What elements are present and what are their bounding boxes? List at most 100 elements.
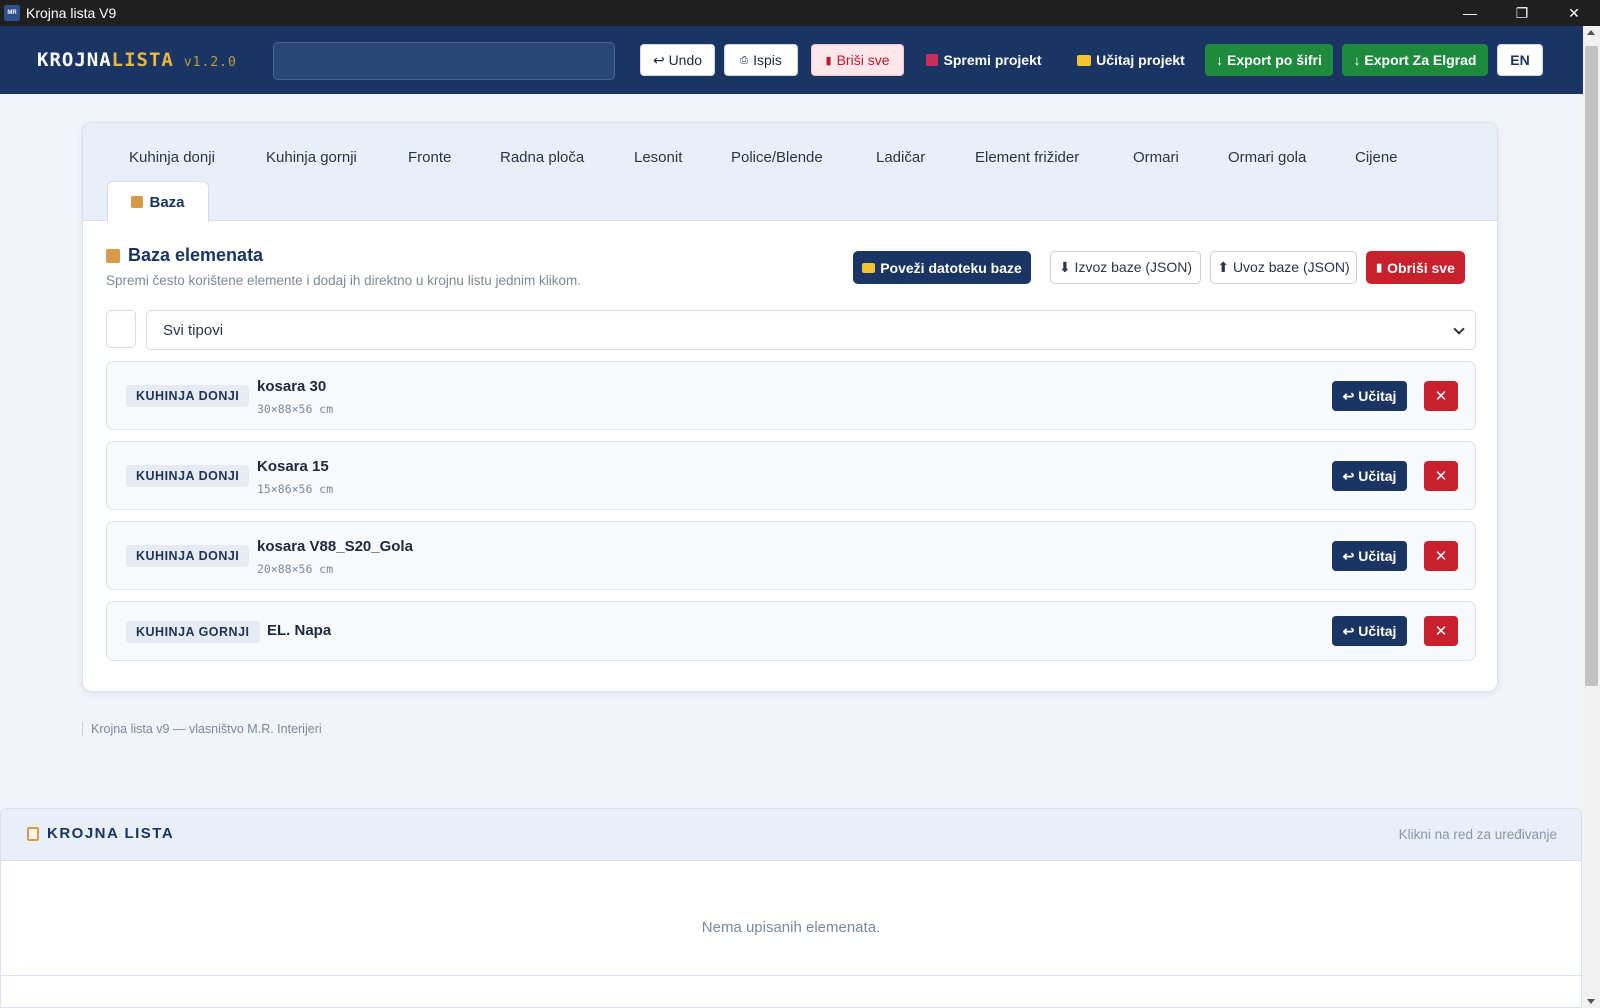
tab-ormari[interactable]: Ormari [1133, 149, 1179, 166]
list-item: KUHINJA DONJI kosara V88_S20_Gola 20×88×… [106, 521, 1476, 590]
delete-all-db-button[interactable]: ▮ Obriši sve [1366, 251, 1465, 284]
divider [1, 975, 1581, 976]
tab-baza-label: Baza [149, 193, 185, 211]
load-item-label: Učitaj [1358, 623, 1397, 639]
load-project-button[interactable]: Učitaj projekt [1074, 44, 1188, 76]
box-icon [131, 196, 144, 208]
list-item: KUHINJA GORNJI EL. Napa ↩ Učitaj ✕ [106, 601, 1476, 661]
print-label: Ispis [753, 52, 782, 68]
close-icon: ✕ [1434, 468, 1448, 485]
restore-icon[interactable]: ❐ [1496, 0, 1548, 26]
export-elgrad-button[interactable]: ↓ Export Za Elgrad [1342, 44, 1488, 76]
tab-ormari-gola[interactable]: Ormari gola [1228, 149, 1306, 166]
logo-accent: LISTA [111, 49, 174, 71]
scroll-up-icon[interactable] [1587, 30, 1595, 35]
floppy-icon [926, 54, 939, 66]
tab-element-frizider[interactable]: Element frižider [975, 149, 1079, 166]
scroll-down-icon[interactable] [1587, 999, 1595, 1004]
tab-cijene[interactable]: Cijene [1355, 149, 1398, 166]
item-dimensions: 20×88×56 cm [257, 562, 334, 576]
vertical-scrollbar[interactable] [1583, 26, 1600, 1008]
export-json-label: ⬇ Izvoz baze (JSON) [1058, 259, 1193, 275]
type-filter-value: Svi tipovi [163, 321, 224, 339]
link-database-button[interactable]: Poveži datoteku baze [853, 251, 1031, 284]
tab-radna-ploca[interactable]: Radna ploča [500, 149, 584, 166]
folder-icon [1077, 54, 1092, 66]
tab-baza[interactable]: Baza [107, 181, 209, 222]
delete-all-button[interactable]: ▮ Briši sve [811, 44, 904, 76]
export-code-button[interactable]: ↓ Export po šifri [1205, 44, 1333, 76]
close-icon: ✕ [1434, 623, 1448, 640]
folder-icon [862, 262, 876, 273]
list-item: KUHINJA DONJI Kosara 15 15×86×56 cm ↩ Uč… [106, 441, 1476, 510]
window-titlebar: MR Krojna lista V9 — ❐ ✕ [0, 0, 1600, 26]
tab-fronte[interactable]: Fronte [408, 149, 451, 166]
app-icon: MR [4, 5, 20, 21]
krojna-lista-header: KROJNA LISTA Klikni na red za uređivanje [1, 809, 1581, 861]
app-header: KROJNALISTA v1.2.0 ↩ Undo ⎙ Ispis ▮ Briši… [0, 26, 1583, 94]
krojna-lista-title-text: KROJNA LISTA [47, 825, 175, 842]
import-json-button[interactable]: ⬆ Uvoz baze (JSON) [1210, 251, 1357, 284]
delete-item-button[interactable]: ✕ [1424, 616, 1458, 646]
tab-kuhinja-gornji[interactable]: Kuhinja gornji [266, 149, 357, 166]
load-item-label: Učitaj [1358, 388, 1397, 404]
type-badge: KUHINJA DONJI [126, 545, 250, 567]
tab-kuhinja-donji[interactable]: Kuhinja donji [129, 149, 215, 166]
type-badge: KUHINJA DONJI [126, 385, 250, 407]
close-icon: ✕ [1434, 388, 1448, 405]
section-title-text: Baza elemenata [128, 245, 264, 265]
krojna-lista-title: KROJNA LISTA [27, 825, 174, 842]
item-dimensions: 30×88×56 cm [257, 402, 334, 416]
krojna-lista-panel: KROJNA LISTA Klikni na red za uređivanje… [0, 808, 1582, 1008]
load-item-button[interactable]: ↩ Učitaj [1332, 541, 1407, 571]
window-title: Krojna lista V9 [26, 5, 117, 21]
load-item-button[interactable]: ↩ Učitaj [1332, 616, 1407, 646]
filter-search-input[interactable] [106, 310, 136, 348]
load-item-button[interactable]: ↩ Učitaj [1332, 461, 1407, 491]
tab-lesonit[interactable]: Lesonit [634, 149, 682, 166]
export-json-button[interactable]: ⬇ Izvoz baze (JSON) [1050, 251, 1201, 284]
empty-state-text: Nema upisanih elemenata. [701, 919, 881, 936]
load-item-button[interactable]: ↩ Učitaj [1332, 381, 1407, 411]
delete-all-db-label: Obriši sve [1387, 259, 1455, 276]
load-item-label: Učitaj [1358, 468, 1397, 484]
close-icon: ✕ [1434, 548, 1448, 565]
item-name: EL. Napa [267, 622, 332, 639]
chevron-down-icon [1453, 323, 1465, 335]
window-controls: — ❐ ✕ [1444, 0, 1600, 26]
load-item-label: Učitaj [1358, 548, 1397, 564]
printer-icon: ⎙ [740, 54, 749, 66]
trash-icon: ▮ [825, 54, 832, 67]
link-database-label: Poveži datoteku baze [880, 259, 1022, 276]
section-title: Baza elemenata [106, 245, 263, 266]
language-button[interactable]: EN [1497, 44, 1543, 76]
scrollbar-thumb[interactable] [1585, 46, 1598, 686]
clipboard-icon [27, 826, 39, 841]
minimize-icon[interactable]: — [1444, 0, 1496, 26]
search-input[interactable] [273, 42, 615, 80]
return-icon: ↩ [1342, 387, 1355, 404]
app-logo: KROJNALISTA v1.2.0 [37, 49, 237, 71]
language-label: EN [1510, 52, 1530, 68]
return-icon: ↩ [1342, 547, 1355, 564]
close-icon[interactable]: ✕ [1548, 0, 1600, 26]
tab-ladicar[interactable]: Ladičar [876, 149, 925, 166]
delete-all-label: Briši sve [836, 52, 890, 68]
export-code-label: ↓ Export po šifri [1216, 52, 1322, 68]
undo-button[interactable]: ↩ Undo [640, 44, 715, 76]
export-elgrad-label: ↓ Export Za Elgrad [1353, 52, 1477, 68]
delete-item-button[interactable]: ✕ [1424, 381, 1458, 411]
save-project-button[interactable]: Spremi projekt [922, 44, 1046, 76]
delete-item-button[interactable]: ✕ [1424, 541, 1458, 571]
item-name: kosara V88_S20_Gola [257, 538, 413, 555]
save-project-label: Spremi projekt [943, 52, 1042, 68]
main-panel: Kuhinja donji Kuhinja gornji Fronte Radn… [82, 122, 1498, 692]
krojna-lista-hint: Klikni na red za uređivanje [1398, 827, 1557, 842]
list-item: KUHINJA DONJI kosara 30 30×88×56 cm ↩ Uč… [106, 361, 1476, 430]
tab-police-blende[interactable]: Police/Blende [731, 149, 823, 166]
delete-item-button[interactable]: ✕ [1424, 461, 1458, 491]
trash-icon: ▮ [1376, 262, 1383, 274]
load-project-label: Učitaj projekt [1096, 52, 1185, 68]
type-filter-select[interactable]: Svi tipovi [146, 310, 1476, 350]
print-button[interactable]: ⎙ Ispis [724, 44, 798, 76]
